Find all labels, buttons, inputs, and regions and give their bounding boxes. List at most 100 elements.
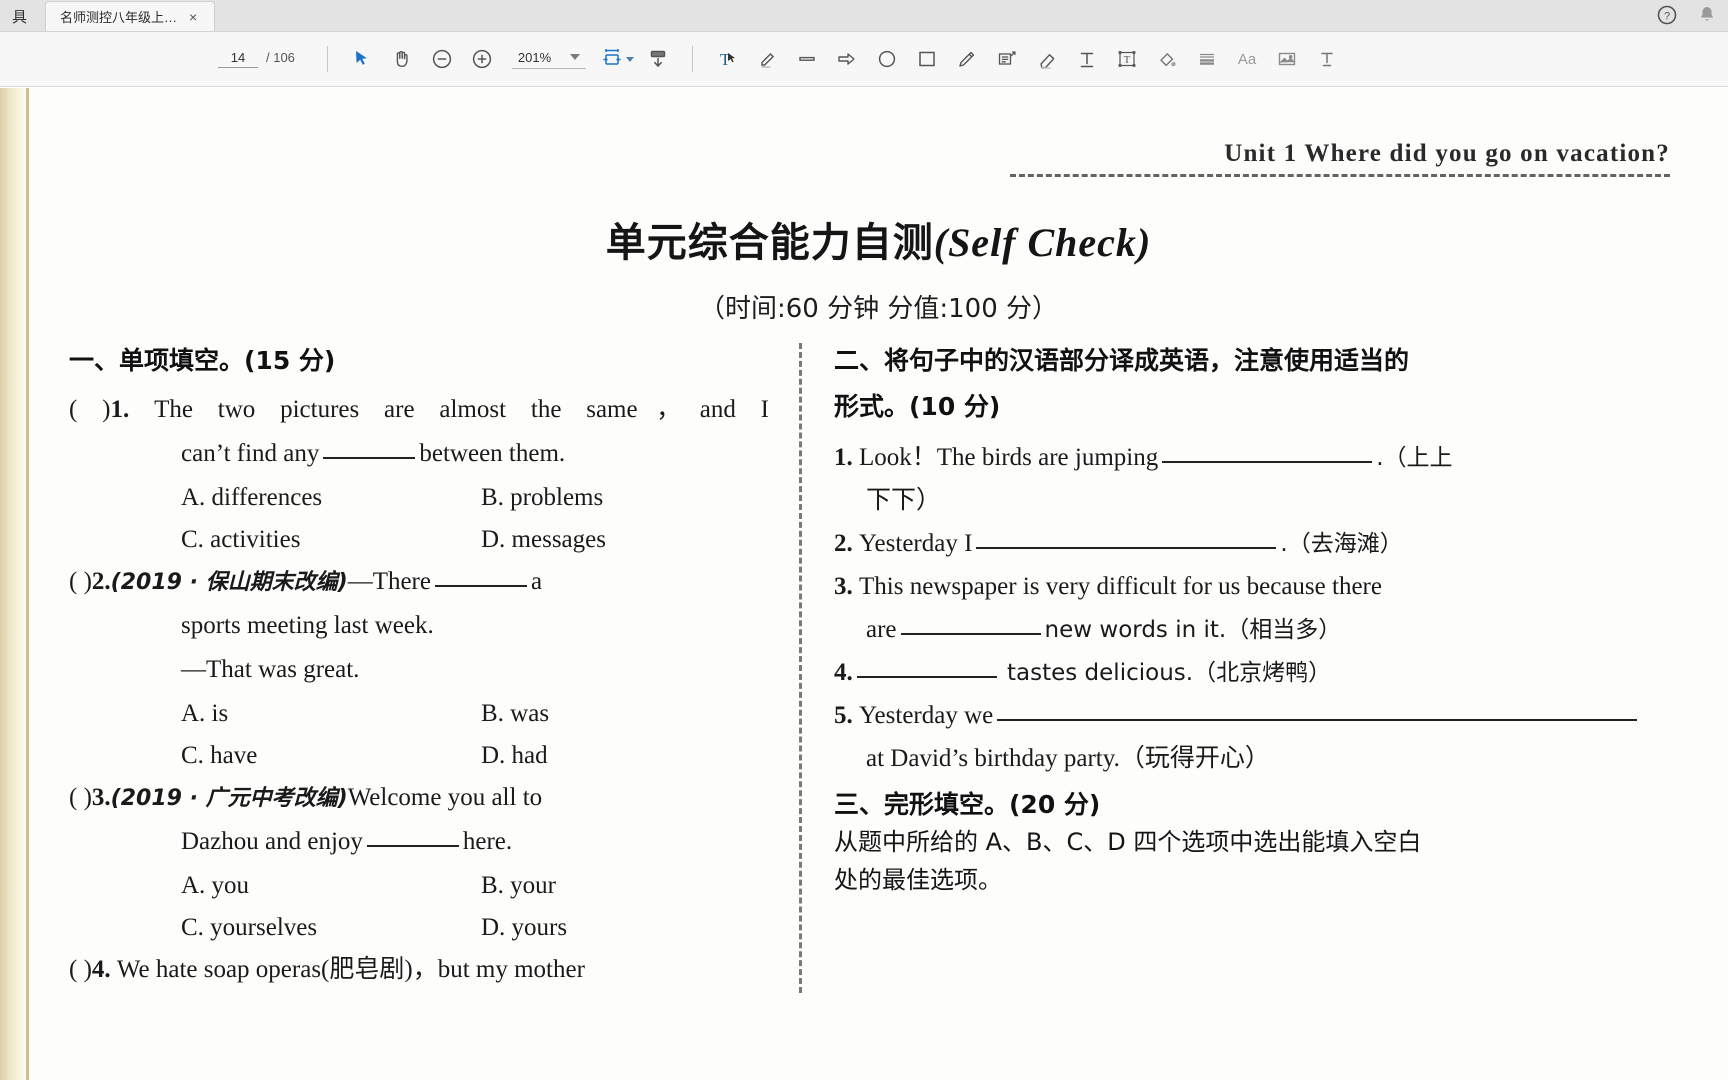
close-icon[interactable]: × bbox=[187, 10, 199, 24]
answer-bracket[interactable]: ( ) bbox=[69, 956, 92, 983]
question-3-line-1-post: Welcome you all to bbox=[347, 784, 543, 812]
question-3-line-1: ( )3.(2019 · 广元中考改编)Welcome you all to bbox=[69, 777, 769, 819]
translate-item-2-pre: Yesterday I bbox=[859, 529, 973, 557]
question-3-line-2-pre: Dazhou and enjoy bbox=[181, 828, 363, 856]
download-icon[interactable] bbox=[638, 39, 678, 79]
translate-item-5-pre: Yesterday we bbox=[859, 701, 994, 729]
answer-blank[interactable] bbox=[366, 845, 459, 848]
option-b[interactable]: B. was bbox=[481, 693, 549, 735]
book-binding-edge bbox=[0, 88, 26, 1080]
column-right: 二、将句子中的汉语部分译成英语，注意使用适当的 形式。(10 分) 1. Loo… bbox=[814, 343, 1674, 993]
pdf-viewport[interactable]: Unit 1 Where did you go on vacation? 单元综… bbox=[0, 88, 1728, 1080]
chevron-down-icon bbox=[569, 54, 580, 60]
answer-blank[interactable] bbox=[323, 457, 416, 460]
fill-color-icon[interactable] bbox=[1147, 39, 1187, 79]
page-title-cn: 单元综合能力自测 bbox=[605, 220, 934, 266]
section-2-heading-line-2: 形式。(10 分) bbox=[834, 392, 1001, 422]
hand-pan-icon[interactable] bbox=[382, 39, 422, 79]
option-a[interactable]: A. differences bbox=[181, 477, 481, 519]
eraser-icon[interactable] bbox=[1027, 39, 1067, 79]
page-header-rule bbox=[1010, 174, 1670, 177]
answer-blank[interactable] bbox=[856, 675, 997, 678]
translate-item-3-hint: new words in it.（相当多） bbox=[1044, 616, 1342, 643]
text-insert-icon[interactable] bbox=[1067, 39, 1107, 79]
question-4-text: We hate soap operas(肥皂剧)，but my mother bbox=[116, 956, 585, 984]
option-b[interactable]: B. your bbox=[481, 865, 556, 907]
toolbar-divider bbox=[326, 46, 328, 72]
answer-bracket[interactable]: ( ) bbox=[69, 784, 92, 811]
rectangle-icon[interactable] bbox=[907, 39, 947, 79]
question-2-line-3: —That was great. bbox=[181, 656, 360, 684]
translate-item-2: 2. Yesterday I .（去海滩） bbox=[834, 522, 1674, 565]
question-4: ( )4. We hate soap operas(肥皂剧)，but my mo… bbox=[69, 949, 769, 991]
answer-blank[interactable] bbox=[1162, 460, 1373, 463]
option-c[interactable]: C. activities bbox=[181, 519, 481, 561]
question-2-line-1-pre: —There bbox=[347, 568, 431, 596]
page-title-open-paren: ( bbox=[933, 220, 949, 265]
question-1-line-1: ( )1. The two pictures are almost the sa… bbox=[69, 389, 769, 431]
answer-blank[interactable] bbox=[434, 585, 527, 588]
question-2: ( )2.(2019 · 保山期末改编)—There a sports meeti… bbox=[69, 561, 769, 777]
section-1-heading: 一、单项填空。(15 分) bbox=[69, 346, 336, 375]
menu-overflow-label[interactable]: 具 bbox=[0, 10, 41, 31]
option-d[interactable]: D. messages bbox=[481, 519, 606, 561]
arrow-icon[interactable] bbox=[827, 39, 867, 79]
page-number-input[interactable] bbox=[218, 50, 258, 68]
zoom-out-icon[interactable] bbox=[422, 39, 462, 79]
svg-text:?: ? bbox=[1664, 11, 1670, 23]
answer-bracket[interactable]: ( ) bbox=[69, 396, 110, 423]
answer-blank[interactable] bbox=[997, 718, 1638, 721]
answer-bracket[interactable]: ( ) bbox=[69, 568, 92, 595]
page-header-unit: Unit 1 Where did you go on vacation? bbox=[1224, 140, 1670, 167]
translate-item-1-line-2: 下下） bbox=[866, 486, 942, 514]
page-navigator: / 106 bbox=[218, 50, 295, 68]
section-3-body-line-2: 处的最佳选项。 bbox=[834, 866, 1002, 895]
image-insert-icon[interactable] bbox=[1267, 39, 1307, 79]
fit-page-button[interactable] bbox=[596, 45, 638, 74]
pencil-icon[interactable] bbox=[947, 39, 987, 79]
translate-item-5-line-1: 5. Yesterday we bbox=[834, 694, 1674, 737]
answer-blank[interactable] bbox=[900, 632, 1041, 635]
option-d[interactable]: D. yours bbox=[481, 907, 567, 949]
question-1-line-2-pre: can’t find any bbox=[181, 440, 320, 468]
answer-blank[interactable] bbox=[976, 546, 1277, 549]
question-3-number: 3. bbox=[91, 784, 111, 812]
question-1: ( )1. The two pictures are almost the sa… bbox=[69, 389, 769, 561]
translate-item-1-line-1: 1. Look！The birds are jumping .（上上 bbox=[834, 436, 1674, 479]
ellipse-icon[interactable] bbox=[867, 39, 907, 79]
text-select-icon[interactable]: T bbox=[707, 39, 747, 79]
text-underline-icon[interactable] bbox=[1307, 39, 1347, 79]
question-1-line-2-post: between them. bbox=[419, 440, 566, 468]
svg-text:T: T bbox=[1124, 54, 1131, 66]
note-callout-icon[interactable] bbox=[987, 39, 1027, 79]
strikethrough-lines-icon[interactable] bbox=[1187, 39, 1227, 79]
text-box-icon[interactable]: T bbox=[1107, 39, 1147, 79]
translate-item-3-text: This newspaper is very difficult for us … bbox=[859, 572, 1382, 600]
translate-item-4-number: 4. bbox=[834, 658, 853, 686]
zoom-in-icon[interactable] bbox=[462, 39, 502, 79]
document-tab[interactable]: 名师测控八年级上… × bbox=[45, 1, 216, 31]
question-3-options-row-1: A. you B. your bbox=[69, 865, 769, 907]
select-cursor-icon[interactable] bbox=[342, 39, 382, 79]
option-a[interactable]: A. you bbox=[181, 865, 481, 907]
tab-bar: 具 名师测控八年级上… × ? bbox=[0, 0, 1728, 32]
translate-item-1-pre: Look！The birds are jumping bbox=[859, 443, 1159, 471]
option-c[interactable]: C. have bbox=[181, 735, 481, 777]
exam-meta: （时间:60 分钟 分值:100 分） bbox=[698, 294, 1059, 324]
help-circle-icon[interactable]: ? bbox=[1656, 4, 1678, 26]
bell-icon[interactable] bbox=[1696, 4, 1718, 26]
line-icon[interactable] bbox=[787, 39, 827, 79]
translate-item-3-number: 3. bbox=[834, 572, 853, 600]
highlighter-icon[interactable] bbox=[747, 39, 787, 79]
column-left: 一、单项填空。(15 分) ( )1. The two pictures are… bbox=[69, 343, 787, 993]
option-a[interactable]: A. is bbox=[181, 693, 481, 735]
translate-item-4-hint: tastes delicious.（北京烤鸭） bbox=[1007, 659, 1332, 686]
zoom-level-value: 201% bbox=[517, 49, 552, 65]
font-size-icon[interactable]: Aa bbox=[1227, 39, 1267, 79]
translate-item-3: 3. This newspaper is very difficult for … bbox=[834, 565, 1674, 651]
translate-item-2-number: 2. bbox=[834, 529, 853, 557]
option-c[interactable]: C. yourselves bbox=[181, 907, 481, 949]
option-b[interactable]: B. problems bbox=[481, 477, 603, 519]
zoom-level-select[interactable]: 201% bbox=[511, 49, 586, 69]
option-d[interactable]: D. had bbox=[481, 735, 548, 777]
